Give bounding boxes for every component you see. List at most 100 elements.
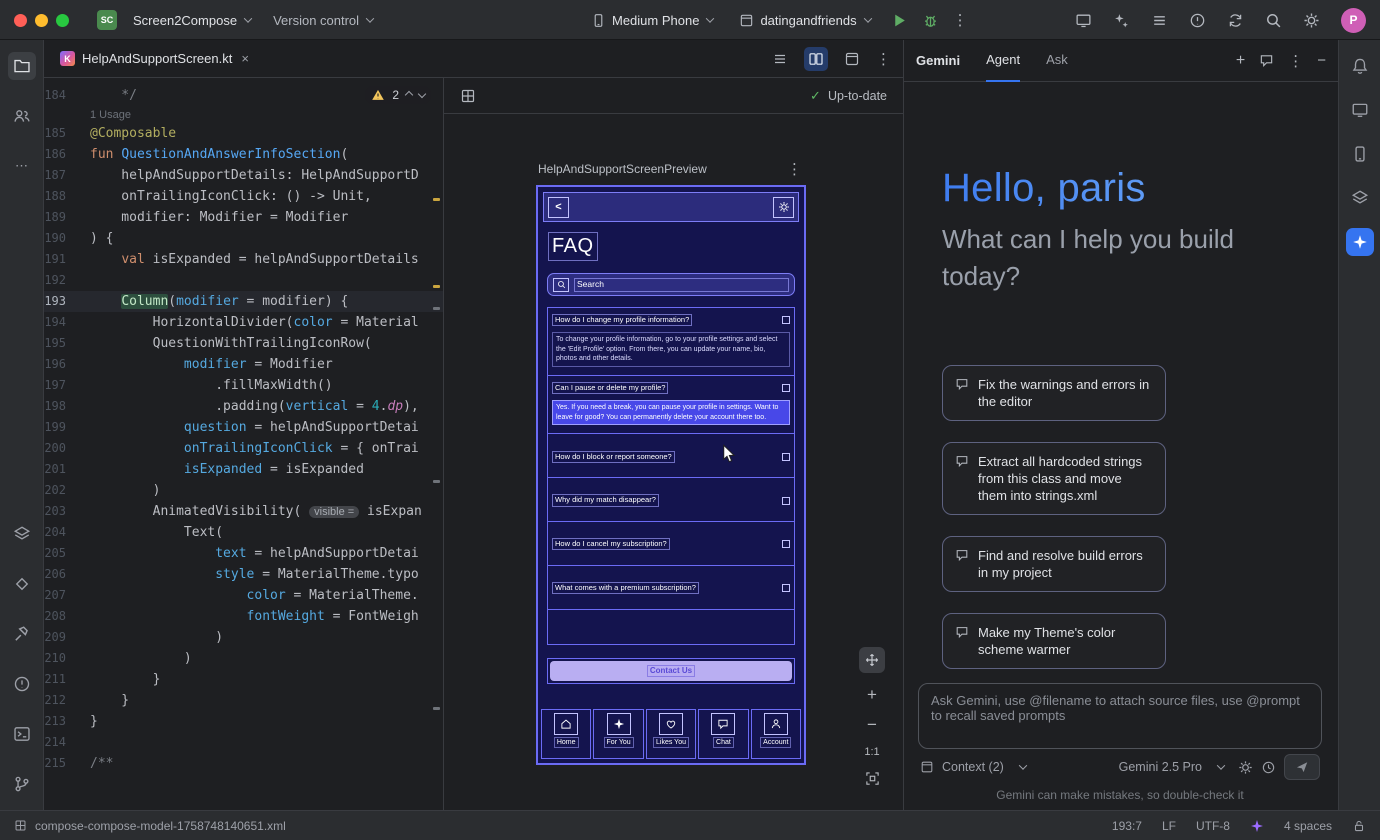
code-line[interactable]: 190) {	[44, 228, 443, 249]
indent-setting[interactable]: 4 spaces	[1284, 819, 1332, 833]
code-line[interactable]: 206 style = MaterialTheme.typo	[44, 564, 443, 585]
preview-layout-icon[interactable]	[460, 88, 476, 104]
contact-us-button[interactable]: Contact Us	[547, 658, 795, 684]
expand-icon[interactable]	[782, 584, 790, 592]
settings-icon[interactable]	[1303, 12, 1320, 29]
suggestion-card[interactable]: Extract all hardcoded strings from this …	[942, 442, 1166, 515]
faq-answer-selected[interactable]: Yes. If you need a break, you can pause …	[552, 400, 790, 425]
nav-item-likes-you[interactable]: Likes You	[646, 709, 696, 759]
gemini-tool-button[interactable]	[1346, 228, 1374, 256]
code-line[interactable]: 212 }	[44, 690, 443, 711]
suggestion-card[interactable]: Fix the warnings and errors in the edito…	[942, 365, 1166, 421]
screen-settings-icon[interactable]	[773, 197, 794, 218]
zoom-out-button[interactable]: −	[867, 716, 877, 733]
faq-search-bar[interactable]: Search	[547, 273, 795, 296]
profile-avatar[interactable]: P	[1341, 8, 1366, 33]
code-line[interactable]: 207 color = MaterialTheme.	[44, 585, 443, 606]
faq-question-row[interactable]: How do I change my profile information?	[548, 308, 794, 330]
code-line[interactable]: 188 onTrailingIconClick: () -> Unit,	[44, 186, 443, 207]
model-selector[interactable]: Gemini 2.5 Pro	[1119, 760, 1202, 774]
layout-inspector-button[interactable]	[1346, 184, 1374, 212]
code-line[interactable]: 198 .padding(vertical = 4.dp),	[44, 396, 443, 417]
expand-icon[interactable]	[782, 384, 790, 392]
run-configuration-selector[interactable]: datingandfriends	[733, 9, 876, 32]
device-mirroring-icon[interactable]	[1075, 12, 1092, 29]
debug-button[interactable]	[922, 12, 939, 29]
code-line[interactable]: 210 )	[44, 648, 443, 669]
expand-icon[interactable]	[782, 540, 790, 548]
code-line[interactable]: 197 .fillMaxWidth()	[44, 375, 443, 396]
suggestion-card[interactable]: Make my Theme's color scheme warmer	[942, 613, 1166, 669]
code-line[interactable]: 187 helpAndSupportDetails: HelpAndSuppor…	[44, 165, 443, 186]
zoom-ratio-button[interactable]: 1:1	[864, 746, 879, 758]
status-file-path[interactable]: compose-compose-model-1758748140651.xml	[35, 819, 286, 833]
project-selector[interactable]: Screen2Compose	[127, 9, 257, 32]
build-variants-button[interactable]	[8, 570, 36, 598]
stripe-mark[interactable]	[433, 480, 440, 483]
version-control-menu[interactable]: Version control	[267, 9, 379, 32]
close-tab-icon[interactable]: ×	[241, 51, 249, 66]
preview-options-menu[interactable]: ⋮	[787, 160, 802, 178]
tab-ask[interactable]: Ask	[1046, 40, 1068, 82]
terminal-tool-button[interactable]	[8, 720, 36, 748]
warning-stripe-mark[interactable]	[433, 285, 440, 288]
code-line[interactable]: 205 text = helpAndSupportDetai	[44, 543, 443, 564]
running-devices-button[interactable]	[1346, 96, 1374, 124]
nav-item-for-you[interactable]: For You	[593, 709, 643, 759]
new-chat-button[interactable]: +	[1236, 52, 1245, 70]
code-line[interactable]: 199 question = helpAndSupportDetai	[44, 417, 443, 438]
gemini-options-menu[interactable]: ⋮	[1288, 52, 1303, 70]
stripe-mark[interactable]	[433, 307, 440, 310]
code-line[interactable]: 196 modifier = Modifier	[44, 354, 443, 375]
device-selector[interactable]: Medium Phone	[585, 9, 719, 32]
code-line[interactable]: 193 Column(modifier = modifier) {	[44, 291, 443, 312]
code-line[interactable]: 209 )	[44, 627, 443, 648]
caret-position[interactable]: 193:7	[1112, 819, 1142, 833]
back-button[interactable]: <	[548, 197, 569, 218]
code-line[interactable]: 208 fontWeight = FontWeigh	[44, 606, 443, 627]
faq-question-row[interactable]: How do I block or report someone?	[548, 445, 794, 467]
zoom-to-fit-button[interactable]	[865, 771, 880, 786]
nav-item-chat[interactable]: Chat	[698, 709, 748, 759]
stripe-mark[interactable]	[433, 707, 440, 710]
code-line[interactable]: 203 AnimatedVisibility( visible = isExpa…	[44, 501, 443, 522]
next-problem-button[interactable]	[418, 89, 426, 97]
expand-icon[interactable]	[782, 453, 790, 461]
previous-problem-button[interactable]	[405, 91, 413, 99]
code-line[interactable]: 186fun QuestionAndAnswerInfoSection(	[44, 144, 443, 165]
nav-item-account[interactable]: Account	[751, 709, 801, 759]
code-line[interactable]: 214	[44, 732, 443, 753]
code-line[interactable]: 1 Usage	[44, 106, 443, 123]
close-window-button[interactable]	[14, 14, 27, 27]
more-tools-button[interactable]: ⋯	[8, 152, 36, 180]
problems-tool-button[interactable]	[8, 670, 36, 698]
code-line[interactable]: 185@Composable	[44, 123, 443, 144]
gemini-input[interactable]	[921, 686, 1319, 746]
faq-question-row[interactable]: Can I pause or delete my profile?	[548, 376, 794, 398]
design-view-button[interactable]	[840, 47, 864, 71]
context-selector[interactable]: Context (2)	[942, 760, 1004, 774]
editor-tab[interactable]: K HelpAndSupportScreen.kt ×	[50, 40, 259, 77]
version-control-tool-button[interactable]	[8, 770, 36, 798]
expand-icon[interactable]	[782, 497, 790, 505]
tab-agent[interactable]: Agent	[986, 40, 1020, 82]
search-field[interactable]: Search	[574, 278, 789, 292]
lock-icon[interactable]	[1352, 819, 1366, 833]
code-line[interactable]: 213}	[44, 711, 443, 732]
chat-history-icon[interactable]	[1259, 53, 1274, 68]
device-manager-button[interactable]	[1346, 140, 1374, 168]
build-tool-button[interactable]	[8, 620, 36, 648]
notifications-button[interactable]	[1346, 52, 1374, 80]
code-line[interactable]: 204 Text(	[44, 522, 443, 543]
code-line[interactable]: 192	[44, 270, 443, 291]
resource-manager-button[interactable]	[8, 520, 36, 548]
code-line[interactable]: 200 onTrailingIconClick = { onTrai	[44, 438, 443, 459]
code-line[interactable]: 211 }	[44, 669, 443, 690]
ai-sparkle-icon[interactable]	[1250, 819, 1264, 833]
code-line[interactable]: 194 HorizontalDivider(color = Material	[44, 312, 443, 333]
faq-question-row[interactable]: How do I cancel my subscription?	[548, 532, 794, 554]
preview-canvas[interactable]: HelpAndSupportScreenPreview ⋮ < FAQ Sear…	[444, 114, 903, 810]
pan-tool-button[interactable]	[859, 647, 885, 673]
more-actions-menu[interactable]: ⋮	[953, 11, 968, 29]
code-line[interactable]: 189 modifier: Modifier = Modifier	[44, 207, 443, 228]
